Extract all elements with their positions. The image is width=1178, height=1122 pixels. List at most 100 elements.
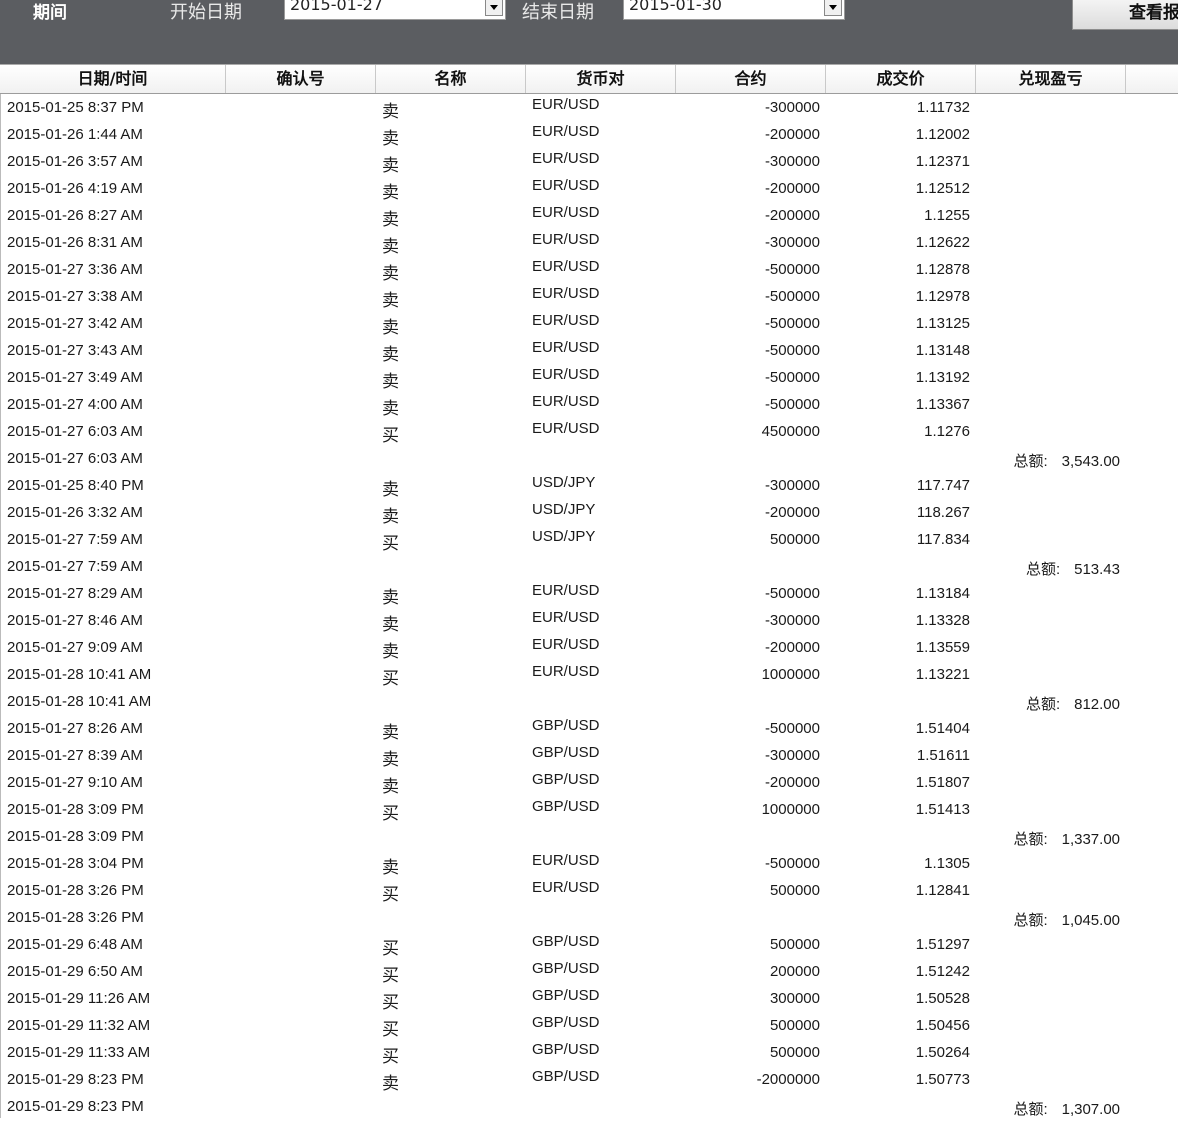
- table-row[interactable]: 2015-01-27 3:49 AM 卖 EUR/USD -500000 1.13192: [0, 366, 1178, 393]
- cell-contract: -500000: [764, 315, 820, 332]
- table-row[interactable]: 2015-01-27 8:26 AM 卖 GBP/USD -500000 1.51404: [0, 717, 1178, 744]
- table-row[interactable]: 2015-01-26 8:31 AM 卖 EUR/USD -300000 1.12622: [0, 231, 1178, 258]
- table-row[interactable]: 2015-01-27 3:42 AM 卖 EUR/USD -500000 1.13125: [0, 312, 1178, 339]
- cell-side: 卖: [382, 345, 399, 364]
- table-row[interactable]: 2015-01-26 3:32 AM 卖 USD/JPY -200000 118.267: [0, 501, 1178, 528]
- cell-datetime: 2015-01-26 1:44 AM: [7, 126, 143, 143]
- table-row-subtotal[interactable]: 2015-01-28 3:26 PM 总额: 1,045.00: [0, 906, 1178, 933]
- cell-side: 买: [382, 993, 399, 1012]
- cell-contract: 300000: [769, 990, 820, 1007]
- table-row[interactable]: 2015-01-26 3:57 AM 卖 EUR/USD -300000 1.12371: [0, 150, 1178, 177]
- cell-confirmation-redacted: [290, 585, 372, 605]
- column-header-confirmation[interactable]: 确认号: [226, 65, 376, 93]
- cell-datetime: 2015-01-25 8:37 PM: [7, 99, 144, 116]
- cell-datetime: 2015-01-27 6:03 AM: [7, 450, 143, 467]
- table-row[interactable]: 2015-01-28 3:26 PM 买 EUR/USD 500000 1.12841: [0, 879, 1178, 906]
- cell-pair: GBP/USD: [532, 1041, 600, 1058]
- cell-price: 1.50528: [915, 990, 970, 1007]
- chevron-down-icon[interactable]: [485, 0, 503, 16]
- table-row-subtotal[interactable]: 2015-01-28 10:41 AM 总额: 812.00: [0, 690, 1178, 717]
- column-header-price[interactable]: 成交价: [826, 65, 976, 93]
- start-date-picker[interactable]: 2015-01-27: [284, 0, 506, 20]
- cell-datetime: 2015-01-27 4:00 AM: [7, 396, 143, 413]
- cell-datetime: 2015-01-28 3:26 PM: [7, 882, 144, 899]
- cell-confirmation-redacted: [290, 747, 372, 767]
- chevron-down-icon[interactable]: [824, 0, 842, 16]
- cell-pair: EUR/USD: [532, 609, 600, 626]
- cell-confirmation-redacted: [290, 1044, 372, 1064]
- table-row[interactable]: 2015-01-27 7:59 AM 买 USD/JPY 500000 117.834: [0, 528, 1178, 555]
- cell-pair: EUR/USD: [532, 204, 600, 221]
- table-row[interactable]: 2015-01-27 9:10 AM 卖 GBP/USD -200000 1.51807: [0, 771, 1178, 798]
- cell-datetime: 2015-01-26 4:19 AM: [7, 180, 143, 197]
- table-row[interactable]: 2015-01-26 1:44 AM 卖 EUR/USD -200000 1.12002: [0, 123, 1178, 150]
- column-header-datetime[interactable]: 日期/时间: [0, 65, 226, 93]
- cell-datetime: 2015-01-28 3:04 PM: [7, 855, 144, 872]
- column-header-realized-pnl[interactable]: 兑现盈亏: [976, 65, 1126, 93]
- table-row[interactable]: 2015-01-27 3:36 AM 卖 EUR/USD -500000 1.12878: [0, 258, 1178, 285]
- table-row[interactable]: 2015-01-25 8:40 PM 卖 USD/JPY -300000 117.747: [0, 474, 1178, 501]
- table-row[interactable]: 2015-01-29 11:26 AM 买 GBP/USD 300000 1.50528: [0, 987, 1178, 1014]
- cell-confirmation-redacted: [290, 666, 372, 686]
- cell-side: 卖: [382, 588, 399, 607]
- end-date-picker[interactable]: 2015-01-30: [623, 0, 845, 20]
- cell-confirmation-redacted: [290, 261, 372, 281]
- table-row[interactable]: 2015-01-26 8:27 AM 卖 EUR/USD -200000 1.1255: [0, 204, 1178, 231]
- table-row[interactable]: 2015-01-27 8:29 AM 卖 EUR/USD -500000 1.13184: [0, 582, 1178, 609]
- table-row[interactable]: 2015-01-27 9:09 AM 卖 EUR/USD -200000 1.13559: [0, 636, 1178, 663]
- cell-contract: -500000: [764, 342, 820, 359]
- cell-pair: GBP/USD: [532, 933, 600, 950]
- table-row[interactable]: 2015-01-29 11:32 AM 买 GBP/USD 500000 1.50456: [0, 1014, 1178, 1041]
- cell-side: 买: [382, 1020, 399, 1039]
- table-row[interactable]: 2015-01-28 3:04 PM 卖 EUR/USD -500000 1.1305: [0, 852, 1178, 879]
- table-row[interactable]: 2015-01-29 6:48 AM 买 GBP/USD 500000 1.51297: [0, 933, 1178, 960]
- view-report-button[interactable]: 查看报: [1072, 0, 1178, 30]
- cell-datetime: 2015-01-27 8:26 AM: [7, 720, 143, 737]
- table-row[interactable]: 2015-01-25 8:37 PM 卖 EUR/USD -300000 1.11732: [0, 96, 1178, 123]
- cell-price: 1.13559: [915, 639, 970, 656]
- cell-datetime: 2015-01-28 10:41 AM: [7, 693, 152, 710]
- cell-contract: -300000: [764, 477, 820, 494]
- cell-confirmation-redacted: [290, 234, 372, 254]
- column-header-contract[interactable]: 合约: [676, 65, 826, 93]
- cell-side: 卖: [382, 399, 399, 418]
- table-row[interactable]: 2015-01-29 6:50 AM 买 GBP/USD 200000 1.51242: [0, 960, 1178, 987]
- cell-side: 买: [382, 939, 399, 958]
- table-row[interactable]: 2015-01-27 8:39 AM 卖 GBP/USD -300000 1.51611: [0, 744, 1178, 771]
- cell-side: 买: [382, 669, 399, 688]
- cell-side: 卖: [382, 858, 399, 877]
- cell-contract: -200000: [764, 207, 820, 224]
- cell-confirmation-redacted: [290, 882, 372, 902]
- cell-price: 1.12622: [915, 234, 970, 251]
- table-row[interactable]: 2015-01-27 6:03 AM 买 EUR/USD 4500000 1.1276: [0, 420, 1178, 447]
- cell-confirmation-redacted: [290, 99, 372, 119]
- column-header-pair[interactable]: 货币对: [526, 65, 676, 93]
- table-row-subtotal[interactable]: 2015-01-27 6:03 AM 总额: 3,543.00: [0, 447, 1178, 474]
- table-row[interactable]: 2015-01-29 8:23 PM 卖 GBP/USD -2000000 1.5077…: [0, 1068, 1178, 1095]
- cell-datetime: 2015-01-29 11:32 AM: [7, 1017, 151, 1034]
- table-row[interactable]: 2015-01-28 10:41 AM 买 EUR/USD 1000000 1.1322…: [0, 663, 1178, 690]
- table-row[interactable]: 2015-01-28 3:09 PM 买 GBP/USD 1000000 1.51413: [0, 798, 1178, 825]
- cell-pair: GBP/USD: [532, 987, 600, 1004]
- cell-contract: -300000: [764, 612, 820, 629]
- cell-contract: -500000: [764, 720, 820, 737]
- table-row[interactable]: 2015-01-29 11:33 AM 买 GBP/USD 500000 1.50264: [0, 1041, 1178, 1068]
- cell-pair: EUR/USD: [532, 852, 600, 869]
- cell-confirmation-redacted: [290, 423, 372, 443]
- cell-datetime: 2015-01-29 11:26 AM: [7, 990, 151, 1007]
- total-value: 3,543.00: [1061, 453, 1120, 470]
- column-header-name[interactable]: 名称: [376, 65, 526, 93]
- table-row[interactable]: 2015-01-26 4:19 AM 卖 EUR/USD -200000 1.12512: [0, 177, 1178, 204]
- table-row[interactable]: 2015-01-27 3:43 AM 卖 EUR/USD -500000 1.13148: [0, 339, 1178, 366]
- cell-confirmation-redacted: [290, 963, 372, 983]
- cell-contract: 500000: [769, 531, 820, 548]
- table-row-subtotal[interactable]: 2015-01-27 7:59 AM 总额: 513.43: [0, 555, 1178, 582]
- cell-side: 卖: [382, 318, 399, 337]
- cell-datetime: 2015-01-29 6:48 AM: [7, 936, 143, 953]
- table-row[interactable]: 2015-01-27 3:38 AM 卖 EUR/USD -500000 1.12978: [0, 285, 1178, 312]
- cell-pair: USD/JPY: [532, 501, 596, 518]
- table-row[interactable]: 2015-01-27 8:46 AM 卖 EUR/USD -300000 1.13328: [0, 609, 1178, 636]
- table-row[interactable]: 2015-01-27 4:00 AM 卖 EUR/USD -500000 1.13367: [0, 393, 1178, 420]
- cell-side: 卖: [382, 723, 399, 742]
- table-row-subtotal[interactable]: 2015-01-28 3:09 PM 总额: 1,337.00: [0, 825, 1178, 852]
